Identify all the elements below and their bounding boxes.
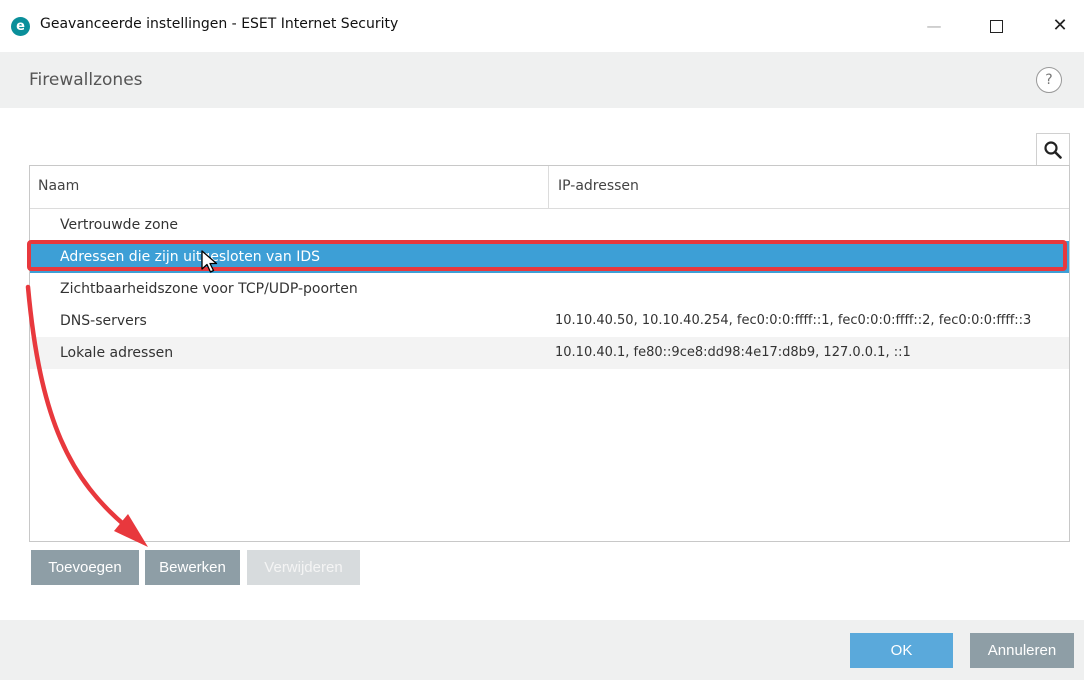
dialog-footer: OK Annuleren: [0, 620, 1084, 680]
zones-table: Naam IP-adressen Vertrouwde zone Adresse…: [29, 165, 1070, 542]
column-header-ip[interactable]: IP-adressen: [558, 178, 639, 194]
eset-logo-icon: e: [11, 17, 30, 36]
window-title: Geavanceerde instellingen - ESET Interne…: [40, 16, 399, 32]
page-title: Firewallzones: [29, 70, 143, 90]
table-row[interactable]: Zichtbaarheidszone voor TCP/UDP-poorten: [30, 273, 1069, 305]
column-header-name[interactable]: Naam: [38, 178, 79, 194]
table-row[interactable]: Lokale adressen 10.10.40.1, fe80::9ce8:d…: [30, 337, 1069, 369]
cell-name: DNS-servers: [60, 313, 147, 329]
table-body: Vertrouwde zone Adressen die zijn uitges…: [30, 209, 1069, 369]
cell-ip: 10.10.40.50, 10.10.40.254, fec0:0:0:ffff…: [555, 313, 1032, 328]
table-header: Naam IP-adressen: [30, 166, 1069, 209]
mouse-cursor-icon: [201, 250, 218, 273]
table-row-selected[interactable]: Adressen die zijn uitgesloten van IDS: [30, 241, 1069, 273]
delete-button[interactable]: Verwijderen: [247, 550, 360, 585]
help-button[interactable]: ?: [1036, 67, 1062, 93]
maximize-button[interactable]: [976, 12, 1016, 40]
title-bar: e Geavanceerde instellingen - ESET Inter…: [0, 0, 1084, 52]
search-icon: [1044, 141, 1062, 159]
close-button[interactable]: ✕: [1040, 12, 1080, 40]
page-header: Firewallzones ?: [0, 52, 1084, 108]
add-button[interactable]: Toevoegen: [31, 550, 139, 585]
ok-button[interactable]: OK: [850, 633, 953, 668]
table-row[interactable]: Vertrouwde zone: [30, 209, 1069, 241]
search-button[interactable]: [1036, 133, 1070, 166]
cell-name: Zichtbaarheidszone voor TCP/UDP-poorten: [60, 281, 358, 297]
column-divider[interactable]: [548, 166, 549, 208]
cell-name: Adressen die zijn uitgesloten van IDS: [60, 249, 321, 265]
cell-name: Vertrouwde zone: [60, 217, 179, 233]
table-row[interactable]: DNS-servers 10.10.40.50, 10.10.40.254, f…: [30, 305, 1069, 337]
cancel-button[interactable]: Annuleren: [970, 633, 1074, 668]
maximize-icon: [989, 20, 1003, 33]
cell-name: Lokale adressen: [60, 345, 174, 361]
edit-button[interactable]: Bewerken: [145, 550, 240, 585]
minimize-button[interactable]: —: [914, 12, 954, 40]
cell-ip: 10.10.40.1, fe80::9ce8:dd98:4e17:d8b9, 1…: [555, 345, 911, 360]
